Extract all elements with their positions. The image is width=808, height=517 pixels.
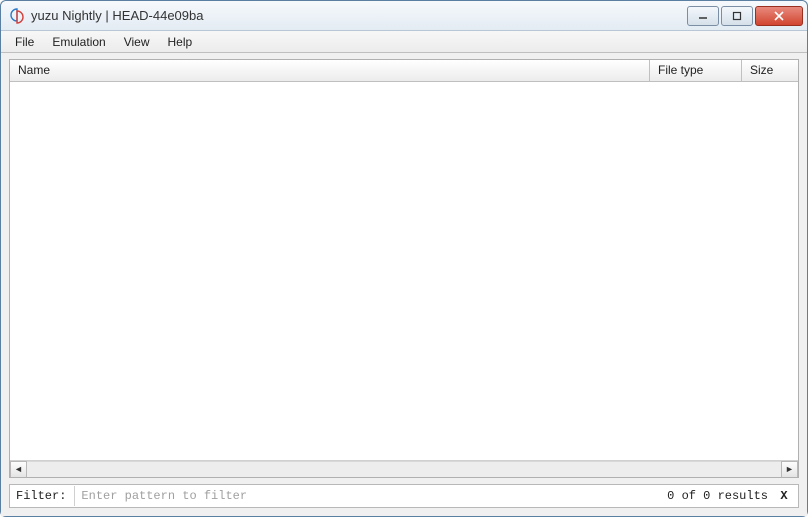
column-header-file-type[interactable]: File type [650, 60, 742, 81]
scroll-track[interactable] [27, 461, 781, 478]
menu-bar: File Emulation View Help [1, 31, 807, 53]
column-header-size[interactable]: Size [742, 60, 798, 81]
filter-label: Filter: [16, 489, 66, 503]
title-bar[interactable]: yuzu Nightly | HEAD-44e09ba [1, 1, 807, 31]
app-window: yuzu Nightly | HEAD-44e09ba File Emulati… [0, 0, 808, 517]
game-list: Name File type Size ◄ ► [9, 59, 799, 478]
menu-emulation[interactable]: Emulation [44, 33, 113, 51]
filter-clear-button[interactable]: X [776, 489, 792, 503]
menu-help[interactable]: Help [160, 33, 201, 51]
maximize-button[interactable] [721, 6, 753, 26]
minimize-button[interactable] [687, 6, 719, 26]
window-controls [687, 6, 803, 26]
content-area: Name File type Size ◄ ► Filter: 0 of 0 r… [1, 53, 807, 516]
menu-view[interactable]: View [116, 33, 158, 51]
table-header: Name File type Size [10, 60, 798, 82]
column-header-name[interactable]: Name [10, 60, 650, 81]
scroll-left-arrow-icon[interactable]: ◄ [10, 461, 27, 478]
filter-results: 0 of 0 results [667, 489, 768, 503]
yuzu-icon [9, 8, 25, 24]
window-title: yuzu Nightly | HEAD-44e09ba [31, 8, 687, 23]
horizontal-scrollbar[interactable]: ◄ ► [10, 460, 798, 477]
menu-file[interactable]: File [7, 33, 42, 51]
scroll-right-arrow-icon[interactable]: ► [781, 461, 798, 478]
filter-bar: Filter: 0 of 0 results X [9, 484, 799, 508]
close-button[interactable] [755, 6, 803, 26]
table-body [10, 82, 798, 460]
filter-input[interactable] [74, 486, 659, 506]
